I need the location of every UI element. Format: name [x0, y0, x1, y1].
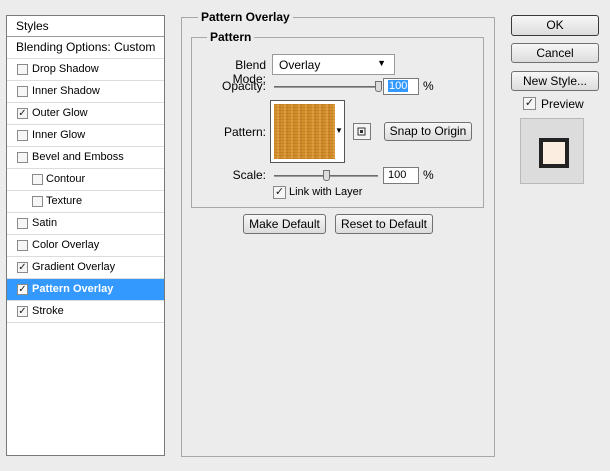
preview-checkbox[interactable]: ✓ [523, 97, 536, 110]
style-label: Outer Glow [32, 107, 88, 119]
style-preview [520, 118, 584, 184]
styles-title: Styles [16, 19, 49, 33]
style-label: Gradient Overlay [32, 261, 116, 273]
preview-label: Preview [541, 97, 584, 111]
style-item-drop-shadow[interactable]: Drop Shadow [7, 59, 164, 81]
style-item-color-overlay[interactable]: Color Overlay [7, 235, 164, 257]
style-checkbox-color-overlay[interactable] [17, 240, 28, 251]
style-checkbox-bevel-and-emboss[interactable] [17, 152, 28, 163]
opacity-label: Opacity: [221, 79, 266, 93]
pattern-label: Pattern: [223, 125, 266, 139]
pattern-group-title: Pattern [207, 30, 255, 44]
ok-button[interactable]: OK [511, 15, 599, 36]
style-label: Satin [32, 217, 58, 229]
styles-header: Styles [7, 16, 164, 37]
opacity-input[interactable]: 100 [383, 78, 419, 95]
style-label: Drop Shadow [32, 63, 99, 75]
pattern-swatch [274, 104, 335, 159]
pattern-dropdown-arrow[interactable]: ▼ [335, 126, 343, 135]
link-with-layer-label: Link with Layer [289, 186, 363, 198]
style-checkbox-stroke[interactable]: ✓ [17, 306, 28, 317]
style-label: Texture [46, 195, 83, 207]
style-item-texture[interactable]: Texture [7, 191, 164, 213]
opacity-value: 100 [388, 80, 409, 92]
new-preset-icon [357, 127, 366, 136]
style-item-satin[interactable]: Satin [7, 213, 164, 235]
style-item-gradient-overlay[interactable]: ✓ Gradient Overlay [7, 257, 164, 279]
chevron-down-icon: ▼ [377, 58, 386, 68]
create-preset-button[interactable] [353, 123, 371, 140]
style-label: Inner Glow [32, 129, 86, 141]
snap-to-origin-button[interactable]: Snap to Origin [384, 122, 472, 141]
style-checkbox-drop-shadow[interactable] [17, 64, 28, 75]
style-label: Blending Options: Custom [16, 40, 156, 54]
preview-swatch [539, 138, 569, 168]
style-item-bevel-and-emboss[interactable]: Bevel and Emboss [7, 147, 164, 169]
style-item-contour[interactable]: Contour [7, 169, 164, 191]
style-checkbox-inner-shadow[interactable] [17, 86, 28, 97]
style-item-stroke[interactable]: ✓ Stroke [7, 301, 164, 323]
style-item-pattern-overlay[interactable]: ✓ Pattern Overlay [7, 279, 164, 301]
style-label: Bevel and Emboss [32, 151, 124, 163]
reset-to-default-button[interactable]: Reset to Default [335, 214, 433, 234]
style-item-inner-glow[interactable]: Inner Glow [7, 125, 164, 147]
pattern-overlay-title: Pattern Overlay [198, 10, 293, 24]
style-item-outer-glow[interactable]: ✓ Outer Glow [7, 103, 164, 125]
pattern-picker[interactable] [270, 100, 345, 163]
style-checkbox-inner-glow[interactable] [17, 130, 28, 141]
link-with-layer-checkbox[interactable]: ✓ [273, 186, 286, 199]
style-item-blending-options-custom[interactable]: Blending Options: Custom [7, 37, 164, 59]
blend-mode-value: Overlay [279, 58, 321, 72]
scale-label: Scale: [232, 168, 266, 182]
style-label: Inner Shadow [32, 85, 100, 97]
style-label: Contour [46, 173, 86, 185]
blend-mode-select[interactable]: Overlay ▼ [272, 54, 395, 75]
opacity-percent-sign: % [423, 79, 434, 93]
style-checkbox-gradient-overlay[interactable]: ✓ [17, 262, 28, 273]
style-checkbox-outer-glow[interactable]: ✓ [17, 108, 28, 119]
scale-input[interactable]: 100 [383, 167, 419, 184]
opacity-slider-track[interactable] [274, 86, 378, 88]
style-label: Pattern Overlay [32, 283, 114, 295]
style-item-inner-shadow[interactable]: Inner Shadow [7, 81, 164, 103]
new-style-button[interactable]: New Style... [511, 71, 599, 91]
style-label: Stroke [32, 305, 64, 317]
make-default-button[interactable]: Make Default [243, 214, 326, 234]
scale-slider-thumb[interactable] [323, 170, 330, 181]
style-checkbox-satin[interactable] [17, 218, 28, 229]
style-label: Color Overlay [32, 239, 100, 251]
scale-percent-sign: % [423, 168, 434, 182]
style-checkbox-pattern-overlay[interactable]: ✓ [17, 284, 28, 295]
style-checkbox-contour[interactable] [32, 174, 43, 185]
opacity-slider-thumb[interactable] [375, 81, 382, 92]
style-checkbox-texture[interactable] [32, 196, 43, 207]
styles-list: Styles Blending Options: Custom Drop Shad… [6, 15, 165, 456]
cancel-button[interactable]: Cancel [511, 43, 599, 63]
